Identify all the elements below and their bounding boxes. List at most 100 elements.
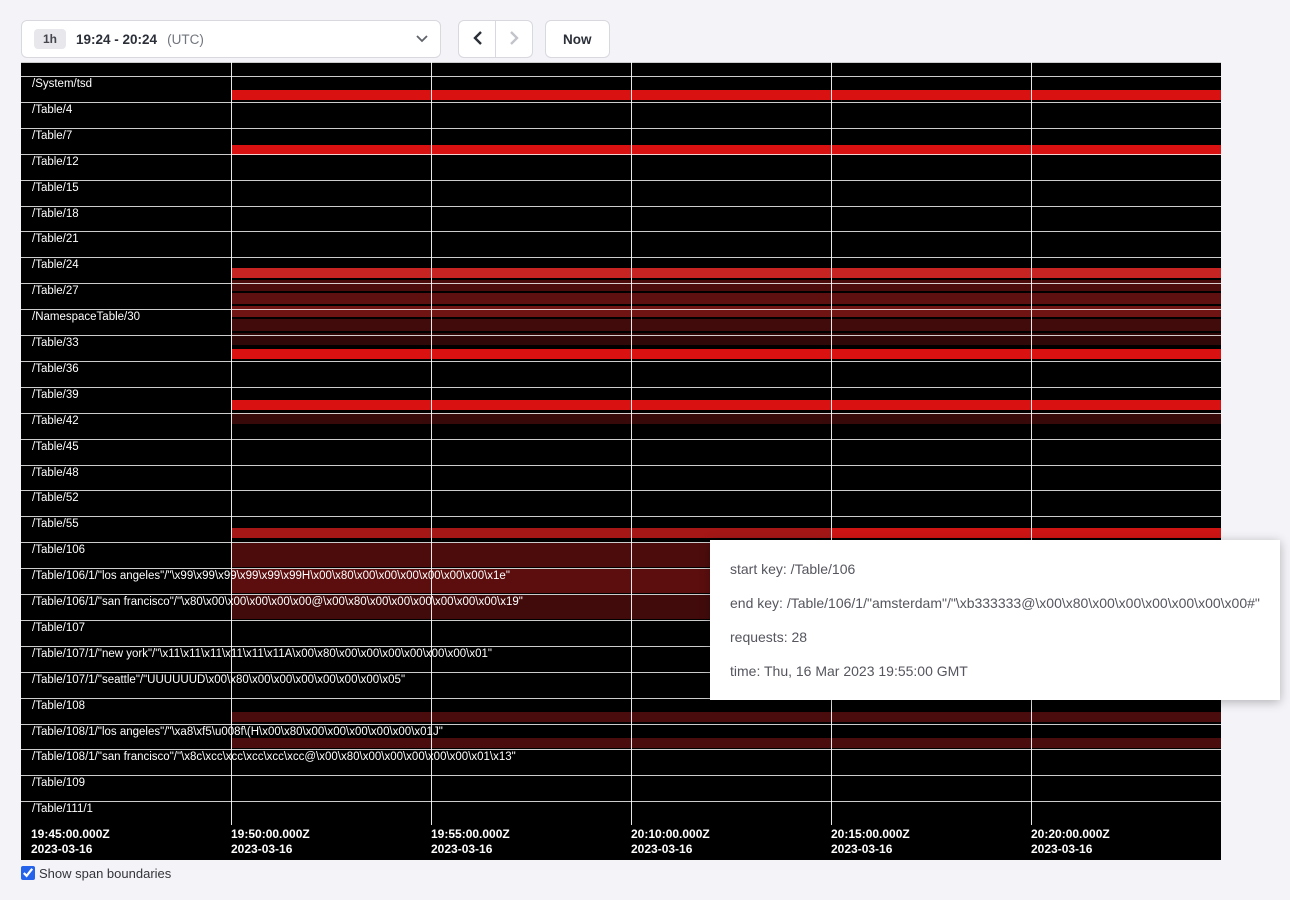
x-axis-time: 20:10:00.000Z	[631, 827, 710, 842]
row-label: /Table/106	[32, 544, 85, 557]
heat-band	[231, 293, 1221, 304]
heat-band	[231, 738, 1221, 748]
span-boundary-line	[21, 76, 1221, 77]
row-label: /System/tsd	[32, 78, 92, 91]
x-axis-label: 19:55:00.000Z2023-03-16	[431, 827, 510, 857]
span-boundary-line	[21, 309, 1221, 310]
row-label: /Table/108/1/"los angeles"/"\xa8\xf5\u00…	[32, 726, 443, 739]
tooltip-end-key: end key: /Table/106/1/"amsterdam"/"\xb33…	[730, 586, 1260, 620]
x-axis-date: 2023-03-16	[431, 842, 510, 857]
duration-badge: 1h	[34, 29, 66, 49]
span-boundary-line	[21, 801, 1221, 802]
span-tooltip: start key: /Table/106 end key: /Table/10…	[710, 540, 1280, 700]
heat-band	[231, 306, 1221, 317]
row-label: /Table/21	[32, 233, 79, 246]
span-boundary-line	[21, 128, 1221, 129]
tooltip-requests: requests: 28	[730, 620, 1260, 654]
heat-band	[231, 280, 1221, 291]
time-range-select[interactable]: 1h 19:24 - 20:24 (UTC)	[21, 20, 441, 58]
row-label: /NamespaceTable/30	[32, 311, 140, 324]
span-boundary-line	[21, 283, 1221, 284]
row-label: /Table/107/1/"new york"/"\x11\x11\x11\x1…	[32, 648, 492, 661]
row-label: /Table/109	[32, 777, 85, 790]
row-label: /Table/55	[32, 518, 79, 531]
chevron-down-icon	[416, 35, 428, 43]
heat-band	[231, 349, 1221, 359]
span-boundaries-control: Show span boundaries	[21, 866, 171, 881]
span-boundary-line	[21, 102, 1221, 103]
row-label: /Table/24	[32, 259, 79, 272]
prev-time-button[interactable]	[458, 20, 496, 58]
row-label: /Table/108/1/"san francisco"/"\x8c\xcc\x…	[32, 751, 516, 764]
row-label: /Table/15	[32, 182, 79, 195]
x-axis-time: 19:45:00.000Z	[31, 827, 110, 842]
x-axis-date: 2023-03-16	[631, 842, 710, 857]
row-label: /Table/107	[32, 622, 85, 635]
row-label: /Table/106/1/"san francisco"/"\x80\x00\x…	[32, 596, 523, 609]
span-boundary-line	[21, 465, 1221, 466]
row-label: /Table/45	[32, 441, 79, 454]
heat-band	[831, 528, 1221, 538]
show-span-boundaries-checkbox[interactable]	[21, 866, 35, 880]
x-axis-time: 20:20:00.000Z	[1031, 827, 1110, 842]
x-axis-time: 19:50:00.000Z	[231, 827, 310, 842]
span-boundary-line	[21, 335, 1221, 336]
span-boundary-line	[21, 361, 1221, 362]
time-bucket-line	[231, 62, 232, 825]
x-axis-time: 20:15:00.000Z	[831, 827, 910, 842]
x-axis-label: 20:10:00.000Z2023-03-16	[631, 827, 710, 857]
span-boundary-line	[21, 490, 1221, 491]
x-axis-label: 19:45:00.000Z2023-03-16	[31, 827, 110, 857]
key-visualizer-canvas[interactable]: /System/tsd/Table/4/Table/7/Table/12/Tab…	[21, 62, 1221, 860]
row-label: /Table/36	[32, 363, 79, 376]
x-axis-date: 2023-03-16	[31, 842, 110, 857]
span-boundary-line	[21, 180, 1221, 181]
row-label: /Table/12	[32, 156, 79, 169]
x-axis-date: 2023-03-16	[1031, 842, 1110, 857]
time-bucket-line	[1031, 62, 1032, 825]
row-label: /Table/27	[32, 285, 79, 298]
heat-band	[231, 90, 1221, 100]
x-axis-label: 20:15:00.000Z2023-03-16	[831, 827, 910, 857]
heat-band	[231, 400, 1221, 410]
span-boundary-line	[21, 257, 1221, 258]
x-axis-time: 19:55:00.000Z	[431, 827, 510, 842]
row-label: /Table/39	[32, 389, 79, 402]
row-label: /Table/107/1/"seattle"/"UUUUUUD\x00\x80\…	[32, 674, 405, 687]
row-label: /Table/4	[32, 104, 72, 117]
time-nav-group	[458, 20, 533, 58]
next-time-button[interactable]	[495, 20, 533, 58]
now-button[interactable]: Now	[545, 20, 610, 58]
time-bucket-line	[431, 62, 432, 825]
x-axis-date: 2023-03-16	[231, 842, 310, 857]
row-label: /Table/18	[32, 208, 79, 221]
x-axis-label: 20:20:00.000Z2023-03-16	[1031, 827, 1110, 857]
x-axis-label: 19:50:00.000Z2023-03-16	[231, 827, 310, 857]
span-boundary-line	[21, 749, 1221, 750]
row-label: /Table/7	[32, 130, 72, 143]
row-label: /Table/106/1/"los angeles"/"\x99\x99\x99…	[32, 570, 510, 583]
chevron-left-icon	[473, 31, 482, 48]
heat-band	[231, 712, 1221, 722]
x-axis-date: 2023-03-16	[831, 842, 910, 857]
tooltip-time: time: Thu, 16 Mar 2023 19:55:00 GMT	[730, 654, 1260, 688]
row-label: /Table/48	[32, 467, 79, 480]
time-zone-text: (UTC)	[167, 32, 204, 47]
row-label: /Table/42	[32, 415, 79, 428]
row-label: /Table/52	[32, 492, 79, 505]
show-span-boundaries-label: Show span boundaries	[39, 866, 171, 881]
span-boundary-line	[21, 387, 1221, 388]
tooltip-start-key: start key: /Table/106	[730, 552, 1260, 586]
row-label: /Table/33	[32, 337, 79, 350]
heat-band	[231, 268, 1221, 278]
heat-band	[231, 319, 1221, 331]
span-boundary-line	[21, 231, 1221, 232]
heat-band	[231, 413, 1221, 424]
time-bucket-line	[631, 62, 632, 825]
span-boundary-line	[21, 206, 1221, 207]
span-boundary-line	[21, 724, 1221, 725]
span-boundary-line	[21, 775, 1221, 776]
span-boundary-line	[21, 439, 1221, 440]
time-bucket-line	[831, 62, 832, 825]
heat-band	[231, 528, 831, 538]
